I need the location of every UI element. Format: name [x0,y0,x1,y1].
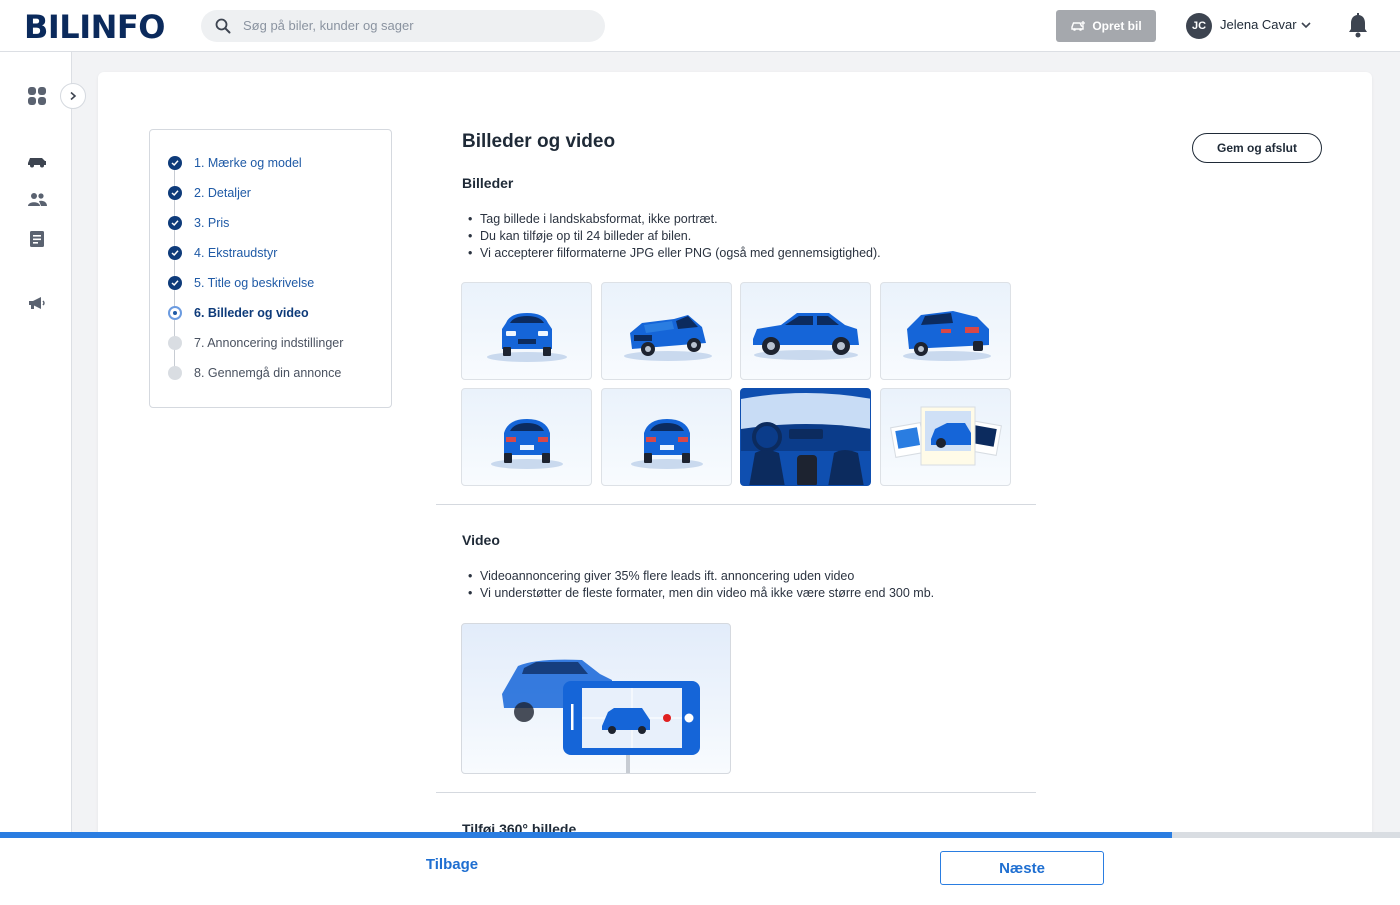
save-and-exit-button[interactable]: Gem og afslut [1192,133,1322,163]
photo-slot-rear-angle[interactable] [880,282,1011,380]
bell-icon[interactable] [1346,12,1370,40]
photo-gallery-icon [890,406,1002,466]
back-button[interactable]: Tilbage [412,856,492,880]
list-item: Tag billede i landskabsformat, ikke port… [468,211,881,228]
pending-step-icon [168,336,182,350]
expand-sidebar-button[interactable] [60,83,86,109]
section-divider [436,504,1036,505]
pending-step-icon [168,366,182,380]
photo-slot-rear-alt[interactable] [601,388,732,486]
section-divider [436,792,1036,793]
photo-slot-front-angle[interactable] [601,282,732,380]
check-icon [168,186,182,200]
chevron-right-icon [70,91,77,101]
car-rear-angle-icon [903,311,991,361]
video-upload-slot[interactable] [461,623,731,774]
step-label: 1. Mærke og model [194,156,302,170]
video-instructions: Videoannoncering giver 35% flere leads i… [468,568,934,602]
photo-slot-rear[interactable] [461,388,592,486]
top-bar: BILINFO Søg på biler, kunder og sager Op… [0,0,1400,52]
current-step-icon [168,306,182,320]
step-label: 5. Title og beskrivelse [194,276,315,290]
progress-stepper: 1. Mærke og model 2. Detaljer 3. Pris 4.… [149,129,392,408]
car-interior-icon [741,389,870,485]
car-icon[interactable] [26,150,48,172]
images-instructions: Tag billede i landskabsformat, ikke port… [468,211,881,262]
list-item: Du kan tilføje op til 24 billeder af bil… [468,228,881,245]
document-icon[interactable] [26,228,48,250]
video-heading: Video [462,532,500,548]
page-title: Billeder og video [462,131,616,152]
check-icon [168,276,182,290]
megaphone-icon[interactable] [26,292,48,314]
step-label: 8. Gennemgå din annonce [194,366,342,380]
step-label: 2. Detaljer [194,186,251,200]
bilinfo-logo[interactable]: BILINFO [24,8,165,46]
step-label: 7. Annoncering indstillinger [194,336,344,350]
main-card: 1. Mærke og model 2. Detaljer 3. Pris 4.… [98,72,1372,862]
step-price[interactable]: 3. Pris [168,213,229,233]
car-rear-icon [631,419,703,469]
check-icon [168,246,182,260]
photo-slot-interior[interactable] [740,388,871,486]
images-heading: Billeder [462,175,514,191]
check-icon [168,216,182,230]
create-car-button[interactable]: Opret bil [1056,10,1156,42]
car-rear-icon [491,419,563,469]
step-review[interactable]: 8. Gennemgå din annonce [168,363,341,383]
list-item: Vi accepterer filformaterne JPG eller PN… [468,245,881,262]
list-item: Videoannoncering giver 35% flere leads i… [468,568,934,585]
chevron-down-icon[interactable] [1300,20,1312,30]
footer-bar: Tilbage Næste [0,838,1400,905]
step-details[interactable]: 2. Detaljer [168,183,251,203]
step-make-model[interactable]: 1. Mærke og model [168,153,302,173]
search-placeholder: Søg på biler, kunder og sager [243,18,414,33]
car-side-icon [753,313,859,360]
phone-recording-car-icon [502,659,700,773]
people-icon[interactable] [26,189,48,211]
list-item: Vi understøtter de fleste formater, men … [468,585,934,602]
step-label: 3. Pris [194,216,230,230]
avatar[interactable]: JC [1186,13,1212,39]
search-icon [215,18,231,34]
step-label: 4. Ekstraudstyr [194,246,278,260]
photo-slot-front[interactable] [461,282,592,380]
apps-grid-icon[interactable] [26,85,48,107]
step-images-video[interactable]: 6. Billeder og video [168,303,309,323]
car-front-angle-icon [624,315,712,361]
step-ad-settings[interactable]: 7. Annoncering indstillinger [168,333,343,353]
check-icon [168,156,182,170]
step-title-description[interactable]: 5. Title og beskrivelse [168,273,314,293]
car-front-icon [487,313,567,362]
next-button[interactable]: Næste [940,851,1104,885]
create-car-label: Opret bil [1092,19,1142,33]
step-equipment[interactable]: 4. Ekstraudstyr [168,243,277,263]
side-rail [0,52,72,905]
step-label: 6. Billeder og video [194,306,309,320]
search-input[interactable]: Søg på biler, kunder og sager [201,10,605,42]
photo-slot-side[interactable] [740,282,871,380]
car-add-icon [1071,21,1086,31]
photo-slot-gallery[interactable] [880,388,1011,486]
user-name[interactable]: Jelena Cavar [1220,17,1297,32]
